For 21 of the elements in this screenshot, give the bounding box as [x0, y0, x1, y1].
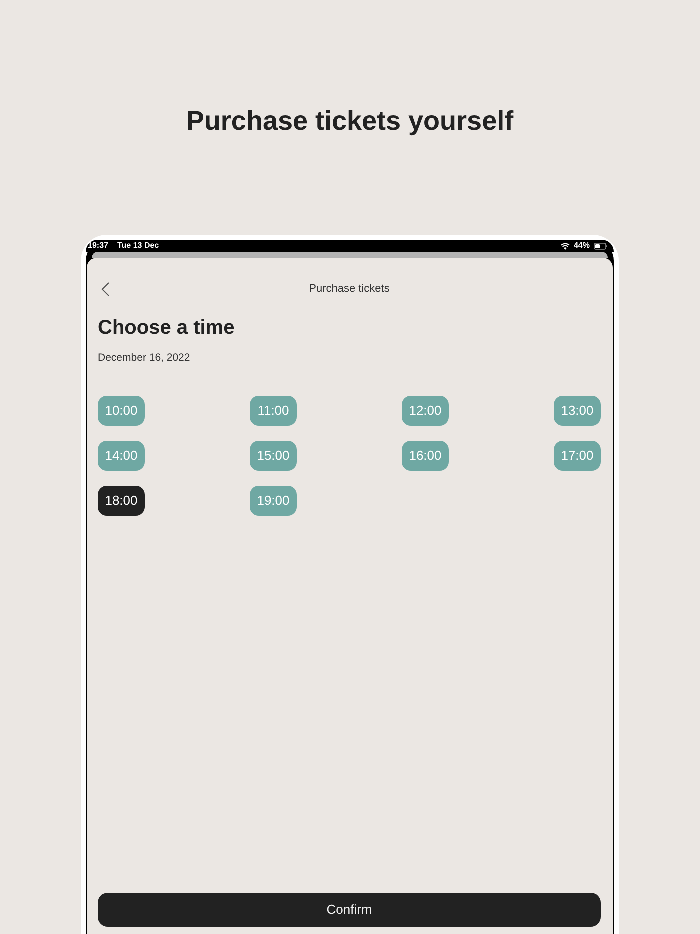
back-icon[interactable]	[101, 282, 110, 296]
time-slot-button[interactable]: 19:00	[250, 486, 297, 516]
selected-date: December 16, 2022	[98, 351, 192, 365]
screen-title: Purchase tickets	[308, 282, 391, 297]
time-slot-button[interactable]: 10:00	[98, 396, 145, 426]
battery-percent: 44%	[574, 240, 590, 252]
time-slot-button[interactable]: 14:00	[98, 441, 145, 471]
time-slot-button[interactable]: 15:00	[250, 441, 297, 471]
time-slot-button[interactable]: 18:00	[98, 486, 145, 516]
wifi-icon	[560, 242, 570, 250]
confirm-button[interactable]: Confirm	[98, 893, 601, 927]
status-date: Tue 13 Dec	[117, 240, 160, 252]
time-slot-button[interactable]: 13:00	[554, 396, 601, 426]
page-headline: Purchase tickets yourself	[186, 105, 514, 138]
time-slot-button[interactable]: 12:00	[402, 396, 449, 426]
time-slot-button[interactable]: 17:00	[554, 441, 601, 471]
battery-icon	[594, 242, 608, 250]
status-time: 19:37	[88, 240, 108, 252]
time-slot-button[interactable]: 11:00	[250, 396, 297, 426]
section-heading: Choose a time	[98, 316, 236, 340]
time-slot-button[interactable]: 16:00	[402, 441, 449, 471]
